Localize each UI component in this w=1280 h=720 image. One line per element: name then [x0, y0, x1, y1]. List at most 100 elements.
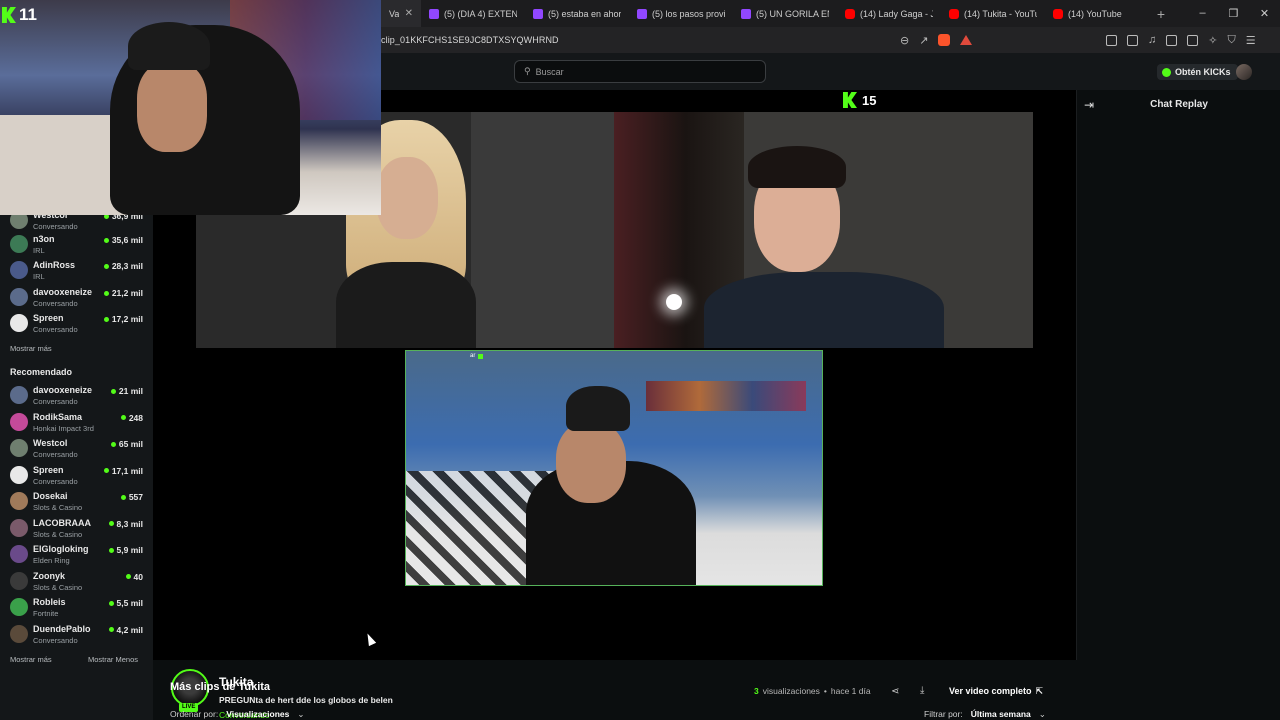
viewer-count: 248	[120, 413, 143, 423]
show-less-button[interactable]: Mostrar Menos	[88, 655, 138, 664]
browser-toolbar-icons: ♫ ✧ ⛉ ☰	[1106, 34, 1256, 47]
live-dot-icon	[103, 263, 109, 269]
full-video-label: Ver video completo	[949, 686, 1032, 696]
sidebar-channel-item[interactable]: n3on IRL 35,6 mil	[0, 232, 153, 258]
browser-tab[interactable]: (14) Tukita - YouTub	[941, 0, 1045, 27]
viewer-count-value: 35,6 mil	[111, 235, 143, 245]
chevron-down-icon: ⌄	[1038, 709, 1046, 719]
viewer-count: 28,3 mil	[103, 261, 143, 271]
time-ago: hace 1 día	[830, 686, 871, 696]
share-page-icon[interactable]: ↗	[919, 34, 928, 47]
kick-logo-icon	[843, 92, 857, 108]
channel-category: Slots & Casino	[33, 503, 83, 512]
channel-avatar	[10, 314, 28, 332]
live-dot-icon	[103, 290, 109, 296]
chevron-down-icon: ⌄	[297, 709, 305, 719]
show-more-button[interactable]: Mostrar más	[10, 344, 52, 353]
browser-tab[interactable]: (14) YouTube	[1045, 0, 1149, 27]
close-window-button[interactable]: ✕	[1249, 7, 1280, 20]
restore-button[interactable]: ❐	[1218, 7, 1249, 20]
channel-name: Robleis	[33, 597, 66, 607]
search-input[interactable]: Buscar	[536, 67, 564, 77]
youtube-icon	[949, 8, 959, 19]
address-actions: ⊖ ↗	[900, 34, 973, 47]
search-icon: ⚲	[524, 66, 531, 76]
viewer-count-value: 5,9 mil	[116, 545, 143, 555]
live-dot-icon	[108, 600, 114, 606]
channel-category: IRL	[33, 272, 45, 281]
zoom-icon[interactable]: ⊖	[900, 34, 909, 47]
sidebar-channel-item[interactable]: LACOBRAAA Slots & Casino 8,3 mil	[0, 516, 153, 542]
filter-control[interactable]: Filtrar por: Última semana ⌄	[924, 709, 1046, 720]
tab-label: Va	[389, 8, 400, 19]
tab-label: (14) Lady Gaga - Ju	[860, 8, 933, 19]
new-tab-button[interactable]: +	[1149, 6, 1173, 22]
sidebar-channel-item[interactable]: Spreen Conversando 17,2 mil	[0, 311, 153, 337]
vpn-icon[interactable]: ⛉	[1227, 34, 1235, 47]
sidebar-channel-item[interactable]: DuendePablo Conversando 4,2 mil	[0, 622, 153, 648]
brave-rewards-icon[interactable]	[960, 35, 973, 45]
viewer-count: 65 mil	[110, 439, 143, 449]
tab-close-icon[interactable]: ✕	[405, 8, 413, 19]
sidebar-channel-item[interactable]: davooxeneize Conversando 21,2 mil	[0, 285, 153, 311]
sidebar-icon[interactable]	[1166, 34, 1178, 46]
get-kicks-button[interactable]: Obtén KICKs	[1157, 64, 1238, 80]
browser-tab[interactable]: (14) Lady Gaga - Ju	[837, 0, 941, 27]
viewer-count-value: 17,2 mil	[111, 314, 143, 324]
search-box[interactable]: ⚲ Buscar	[514, 60, 766, 83]
filter-value[interactable]: Última semana	[971, 709, 1031, 720]
live-dot-icon	[125, 574, 131, 579]
sort-control[interactable]: Ordenar por: Visualizaciones ⌄	[170, 709, 304, 720]
chat-title: Chat Replay	[1150, 99, 1208, 110]
brave-shield-icon[interactable]	[938, 34, 951, 46]
browser-tab-active[interactable]: Va ✕	[381, 0, 421, 27]
youtube-icon	[1053, 8, 1063, 19]
live-dot-icon	[108, 627, 114, 632]
minimize-button[interactable]: –	[1187, 7, 1218, 20]
video-viewer-count: 15	[843, 92, 876, 108]
viewer-count: 5,5 mil	[108, 598, 143, 608]
channel-category: Conversando	[33, 299, 78, 308]
viewer-count: 8,3 mil	[108, 518, 143, 529]
screenshot-icon[interactable]	[1127, 34, 1138, 46]
browser-tab[interactable]: (5) estaba en ahorr	[525, 0, 629, 27]
channel-category: IRL	[33, 246, 45, 255]
sidebar-channel-item[interactable]: Spreen Conversando 17,1 mil	[0, 463, 153, 489]
viewer-count: 17,1 mil	[103, 466, 143, 476]
sidebar-channel-item[interactable]: Westcol Conversando 65 mil	[0, 436, 153, 462]
viewer-count: 21,2 mil	[103, 288, 143, 298]
user-avatar[interactable]	[1236, 64, 1252, 80]
music-icon[interactable]: ♫	[1148, 34, 1156, 46]
webcam-overlay: 11	[0, 0, 381, 215]
viewer-count: 557	[120, 492, 143, 502]
browser-tab[interactable]: (5) (DIA 4) EXTENSE	[421, 0, 525, 27]
extensions-icon[interactable]	[1106, 34, 1117, 46]
channel-avatar	[10, 492, 28, 510]
sidebar-channel-item[interactable]: Zoonyk Slots & Casino 40	[0, 569, 153, 595]
download-icon[interactable]: ⤓	[920, 685, 924, 696]
sidebar-channel-item[interactable]: davooxeneize Conversando 21 mil	[0, 383, 153, 409]
sidebar-channel-item[interactable]: Robleis Fortnite 5,5 mil	[0, 595, 153, 621]
channel-avatar	[10, 465, 28, 484]
url-field[interactable]: clip_01KKFCHS1SE9JC8DTXSYQWHRND	[381, 35, 559, 45]
channel-avatar	[10, 624, 28, 643]
channel-category: Slots & Casino	[33, 529, 83, 539]
show-more-button[interactable]: Mostrar más	[10, 655, 52, 664]
channel-name: Zoonyk	[33, 570, 66, 581]
sort-value[interactable]: Visualizaciones	[226, 709, 289, 720]
full-video-button[interactable]: Ver video completo ⇱	[949, 686, 1043, 697]
youtube-icon	[845, 8, 855, 19]
sidebar-channel-item[interactable]: Dosekai Slots & Casino 557	[0, 489, 153, 515]
sidebar-channel-item[interactable]: AdinRoss IRL 28,3 mil	[0, 258, 153, 284]
sidebar-channel-item[interactable]: ElGlogloking Elden Ring 5,9 mil	[0, 542, 153, 568]
browser-tab[interactable]: (5) UN GORILA EN	[733, 0, 837, 27]
tab-label: (14) Tukita - YouTub	[964, 8, 1037, 19]
browser-tab[interactable]: (5) los pasos provic	[629, 0, 733, 27]
share-icon[interactable]: ⋖	[891, 686, 899, 697]
leo-icon[interactable]: ✧	[1208, 34, 1217, 47]
wallet-icon[interactable]	[1187, 34, 1199, 46]
menu-icon[interactable]: ☰	[1246, 34, 1256, 47]
sidebar-channel-item[interactable]: RodikSama Honkai Impact 3rd 248	[0, 410, 153, 436]
viewer-count-value: 8,3 mil	[116, 518, 143, 529]
channel-name: AdinRoss	[33, 260, 76, 270]
